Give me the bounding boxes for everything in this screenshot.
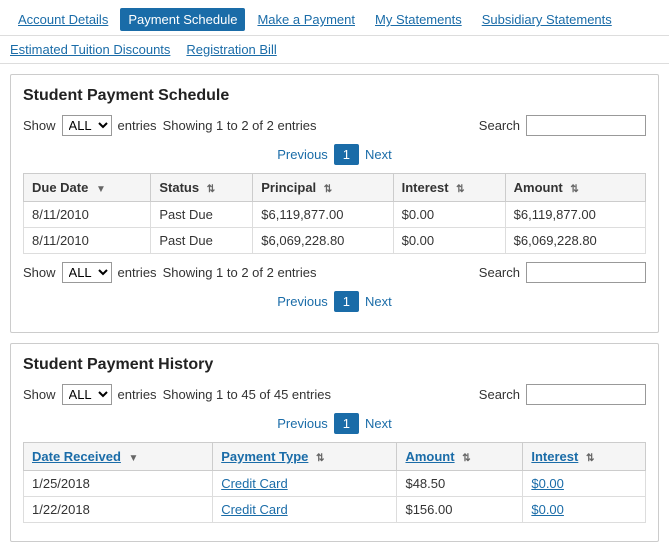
history-search-input[interactable]: [526, 384, 646, 405]
paymenttype-sort-icon: ⇅: [316, 453, 324, 464]
schedule-pagination-top: Previous 1 Next: [23, 144, 646, 165]
schedule-show-select-bottom[interactable]: ALL 10 25 50: [62, 262, 112, 283]
history-show-select[interactable]: ALL 10 25 50: [62, 384, 112, 405]
schedule-page-num-bottom[interactable]: 1: [334, 291, 359, 312]
schedule-cell-principal: $6,069,228.80: [253, 228, 393, 254]
nav-make-payment[interactable]: Make a Payment: [249, 8, 363, 31]
schedule-cell-interest: $0.00: [393, 202, 505, 228]
schedule-next-bottom[interactable]: Next: [365, 294, 392, 309]
history-showing-text: Showing 1 to 45 of 45 entries: [163, 387, 331, 402]
history-table: Date Received ▼ Payment Type ⇅ Amount ⇅ …: [23, 442, 646, 523]
history-cell-interest: $0.00: [523, 471, 646, 497]
payment-history-title: Student Payment History: [23, 356, 646, 374]
sub-nav-registration[interactable]: Registration Bill: [186, 42, 276, 57]
history-col-paymenttype[interactable]: Payment Type ⇅: [213, 443, 397, 471]
history-cell-interest: $0.00: [523, 497, 646, 523]
schedule-pagination-bottom: Previous 1 Next: [23, 291, 646, 312]
status-sort-icon: ⇅: [207, 184, 215, 195]
schedule-col-interest[interactable]: Interest ⇅: [393, 174, 505, 202]
schedule-showing-text: Showing 1 to 2 of 2 entries: [163, 118, 317, 133]
history-col-datereceived[interactable]: Date Received ▼: [24, 443, 213, 471]
payment-history-section: Student Payment History Show ALL 10 25 5…: [10, 343, 659, 542]
nav-my-statements[interactable]: My Statements: [367, 8, 470, 31]
history-col-amount[interactable]: Amount ⇅: [397, 443, 523, 471]
payment-schedule-title: Student Payment Schedule: [23, 87, 646, 105]
schedule-table-row: 8/11/2010 Past Due $6,069,228.80 $0.00 $…: [24, 228, 646, 254]
schedule-show-label-bottom: Show: [23, 265, 56, 280]
schedule-search-right: Search: [479, 115, 646, 136]
sub-nav-tuition[interactable]: Estimated Tuition Discounts: [10, 42, 170, 57]
schedule-table-header-row: Due Date ▼ Status ⇅ Principal ⇅ Interest…: [24, 174, 646, 202]
schedule-col-duedate[interactable]: Due Date ▼: [24, 174, 151, 202]
schedule-cell-amount: $6,119,877.00: [505, 202, 645, 228]
schedule-search-input-bottom[interactable]: [526, 262, 646, 283]
schedule-controls-top: Show ALL 10 25 50 entries Showing 1 to 2…: [23, 115, 646, 136]
history-table-row: 1/22/2018 Credit Card $156.00 $0.00: [24, 497, 646, 523]
history-cell-datereceived: 1/25/2018: [24, 471, 213, 497]
history-page-num-top[interactable]: 1: [334, 413, 359, 434]
schedule-cell-principal: $6,119,877.00: [253, 202, 393, 228]
schedule-show-left: Show ALL 10 25 50 entries Showing 1 to 2…: [23, 115, 317, 136]
schedule-cell-amount: $6,069,228.80: [505, 228, 645, 254]
schedule-table: Due Date ▼ Status ⇅ Principal ⇅ Interest…: [23, 173, 646, 254]
history-cell-datereceived: 1/22/2018: [24, 497, 213, 523]
top-nav: Account Details Payment Schedule Make a …: [0, 0, 669, 36]
schedule-show-label: Show: [23, 118, 56, 133]
schedule-cell-interest: $0.00: [393, 228, 505, 254]
history-show-left: Show ALL 10 25 50 entries Showing 1 to 4…: [23, 384, 331, 405]
schedule-cell-duedate: 8/11/2010: [24, 228, 151, 254]
schedule-previous-bottom[interactable]: Previous: [277, 294, 328, 309]
datereceived-sort-icon: ▼: [129, 453, 139, 464]
schedule-previous-top[interactable]: Previous: [277, 147, 328, 162]
history-table-header-row: Date Received ▼ Payment Type ⇅ Amount ⇅ …: [24, 443, 646, 471]
history-cell-amount: $48.50: [397, 471, 523, 497]
schedule-showing-text-bottom: Showing 1 to 2 of 2 entries: [163, 265, 317, 280]
history-col-interest[interactable]: Interest ⇅: [523, 443, 646, 471]
sub-nav: Estimated Tuition Discounts Registration…: [0, 36, 669, 64]
schedule-entries-label-bottom: entries: [118, 265, 157, 280]
schedule-table-row: 8/11/2010 Past Due $6,119,877.00 $0.00 $…: [24, 202, 646, 228]
schedule-search-label-bottom: Search: [479, 265, 520, 280]
history-controls-top: Show ALL 10 25 50 entries Showing 1 to 4…: [23, 384, 646, 405]
history-table-row: 1/25/2018 Credit Card $48.50 $0.00: [24, 471, 646, 497]
schedule-search-label: Search: [479, 118, 520, 133]
schedule-next-top[interactable]: Next: [365, 147, 392, 162]
history-search-right: Search: [479, 384, 646, 405]
schedule-col-status[interactable]: Status ⇅: [151, 174, 253, 202]
history-search-label: Search: [479, 387, 520, 402]
schedule-controls-bottom: Show ALL 10 25 50 entries Showing 1 to 2…: [23, 262, 646, 283]
schedule-col-principal[interactable]: Principal ⇅: [253, 174, 393, 202]
schedule-cell-status: Past Due: [151, 202, 253, 228]
history-entries-label: entries: [118, 387, 157, 402]
schedule-search-right-bottom: Search: [479, 262, 646, 283]
nav-payment-schedule[interactable]: Payment Schedule: [120, 8, 245, 31]
nav-subsidiary-statements[interactable]: Subsidiary Statements: [474, 8, 620, 31]
nav-account-details[interactable]: Account Details: [10, 8, 116, 31]
schedule-page-num-top[interactable]: 1: [334, 144, 359, 165]
history-cell-paymenttype[interactable]: Credit Card: [213, 471, 397, 497]
history-cell-paymenttype[interactable]: Credit Card: [213, 497, 397, 523]
schedule-cell-status: Past Due: [151, 228, 253, 254]
interest-sort-icon: ⇅: [456, 184, 464, 195]
history-amount-sort-icon: ⇅: [462, 453, 470, 464]
history-show-label: Show: [23, 387, 56, 402]
duedate-sort-icon: ▼: [96, 184, 106, 195]
schedule-cell-duedate: 8/11/2010: [24, 202, 151, 228]
schedule-entries-label: entries: [118, 118, 157, 133]
principal-sort-icon: ⇅: [324, 184, 332, 195]
history-next-top[interactable]: Next: [365, 416, 392, 431]
schedule-search-input[interactable]: [526, 115, 646, 136]
history-interest-sort-icon: ⇅: [586, 453, 594, 464]
schedule-show-left-bottom: Show ALL 10 25 50 entries Showing 1 to 2…: [23, 262, 317, 283]
history-previous-top[interactable]: Previous: [277, 416, 328, 431]
schedule-col-amount[interactable]: Amount ⇅: [505, 174, 645, 202]
payment-schedule-section: Student Payment Schedule Show ALL 10 25 …: [10, 74, 659, 333]
amount-sort-icon: ⇅: [570, 184, 578, 195]
schedule-show-select[interactable]: ALL 10 25 50: [62, 115, 112, 136]
history-pagination-top: Previous 1 Next: [23, 413, 646, 434]
history-cell-amount: $156.00: [397, 497, 523, 523]
